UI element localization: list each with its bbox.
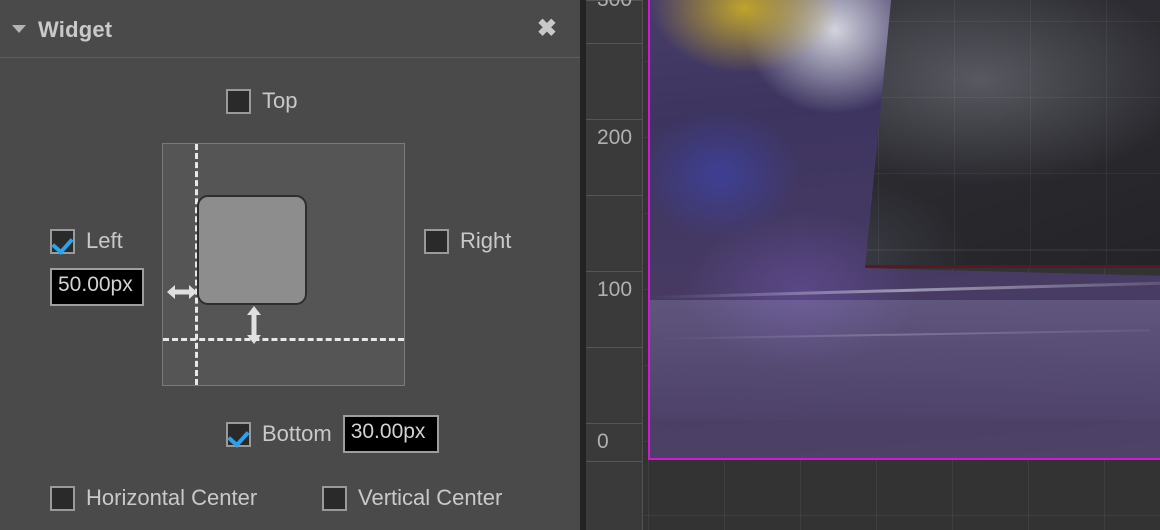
ruler-label-300: 300 [597, 0, 632, 12]
checkbox-right-box[interactable] [424, 228, 449, 254]
anchor-preview-element [197, 195, 307, 305]
anchor-label-top: Top [262, 88, 298, 113]
vertical-ruler[interactable]: 300 200 100 0 [586, 0, 643, 530]
ruler-tick [586, 195, 643, 196]
anchor-label-vertical-center: Vertical Center [358, 485, 503, 510]
anchor-checkbox-bottom[interactable]: Bottom 30.00px [226, 415, 439, 453]
left-right-arrow-icon [167, 285, 197, 299]
anchor-preview-diagram [162, 143, 405, 386]
scene-viewport[interactable]: 999999 $ 50px 30px [580, 0, 1160, 530]
up-down-arrow-icon [247, 306, 261, 344]
close-icon[interactable]: ✖ [537, 17, 557, 41]
anchor-label-horizontal-center: Horizontal Center [86, 485, 258, 510]
left-offset-input[interactable]: 50.00px [50, 268, 144, 306]
ruler-tick [586, 271, 643, 272]
anchor-checkbox-left[interactable]: Left [50, 228, 123, 254]
ruler-label-0: 0 [597, 430, 609, 453]
ruler-tick [586, 423, 643, 424]
ruler-label-100: 100 [597, 278, 633, 301]
ruler-tick [586, 461, 643, 462]
game-canvas [648, 0, 1160, 460]
anchor-checkbox-top[interactable]: Top [226, 88, 297, 114]
anchor-label-right: Right [460, 228, 512, 253]
checkbox-bottom-box[interactable] [226, 421, 251, 447]
app-root: Widget ✖ Top Left 50.00px Right Bottom 3… [0, 0, 1160, 530]
ruler-tick [586, 43, 643, 44]
anchor-checkbox-vertical-center[interactable]: Vertical Center [322, 485, 502, 511]
anchor-label-bottom: Bottom [262, 421, 332, 446]
anchor-label-left: Left [86, 228, 123, 253]
chevron-down-icon[interactable] [12, 25, 26, 33]
anchor-guide-horizontal [163, 338, 404, 341]
ruler-tick [586, 119, 643, 120]
widget-inspector-panel: Widget ✖ Top Left 50.00px Right Bottom 3… [0, 0, 580, 530]
canvas-haze [650, 300, 1160, 420]
checkbox-top-box[interactable] [226, 88, 251, 114]
anchor-checkbox-horizontal-center[interactable]: Horizontal Center [50, 485, 257, 511]
checkbox-horizontal-center-box[interactable] [50, 485, 75, 511]
panel-header: Widget ✖ [0, 0, 580, 58]
bottom-offset-input[interactable]: 30.00px [342, 415, 439, 453]
anchor-checkbox-right[interactable]: Right [424, 228, 511, 254]
checkbox-vertical-center-box[interactable] [322, 485, 347, 511]
page-title: Widget [38, 17, 113, 42]
ruler-label-200: 200 [597, 126, 633, 149]
checkbox-left-box[interactable] [50, 228, 75, 254]
ruler-tick [586, 347, 643, 348]
